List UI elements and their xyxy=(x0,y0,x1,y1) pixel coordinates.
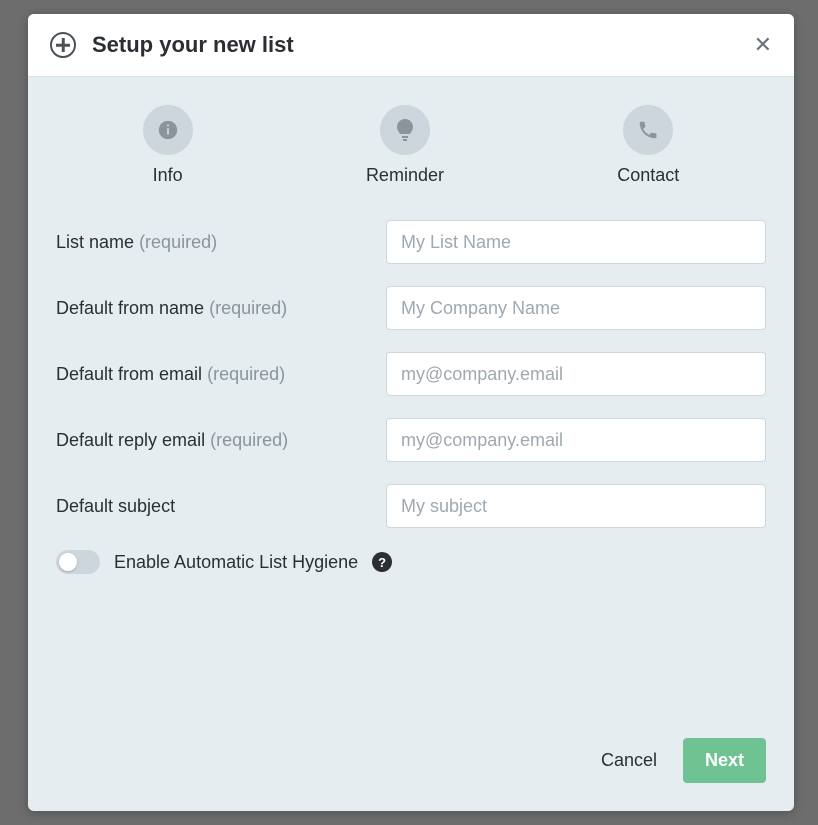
wizard-steps: Info Reminder Contact xyxy=(56,105,766,186)
row-hygiene: Enable Automatic List Hygiene ? xyxy=(56,550,766,574)
row-list-name: List name (required) xyxy=(56,220,766,264)
next-button[interactable]: Next xyxy=(683,738,766,783)
label-list-name: List name (required) xyxy=(56,232,386,253)
close-icon: ✕ xyxy=(754,32,772,57)
close-button[interactable]: ✕ xyxy=(754,32,772,58)
label-subject: Default subject xyxy=(56,496,386,517)
label-from-email: Default from email (required) xyxy=(56,364,386,385)
step-contact[interactable]: Contact xyxy=(617,105,679,186)
modal-header: Setup your new list ✕ xyxy=(28,14,794,77)
phone-icon xyxy=(623,105,673,155)
label-from-name: Default from name (required) xyxy=(56,298,386,319)
from-email-input[interactable] xyxy=(386,352,766,396)
row-from-email: Default from email (required) xyxy=(56,352,766,396)
list-name-input[interactable] xyxy=(386,220,766,264)
subject-input[interactable] xyxy=(386,484,766,528)
step-info[interactable]: Info xyxy=(143,105,193,186)
label-reply-email: Default reply email (required) xyxy=(56,430,386,451)
step-label: Info xyxy=(153,165,183,186)
from-name-input[interactable] xyxy=(386,286,766,330)
step-reminder[interactable]: Reminder xyxy=(366,105,444,186)
setup-list-modal: Setup your new list ✕ Info Reminder xyxy=(28,14,794,811)
info-icon xyxy=(143,105,193,155)
modal-body: Info Reminder Contact List name (require… xyxy=(28,77,794,720)
step-label: Contact xyxy=(617,165,679,186)
modal-footer: Cancel Next xyxy=(28,720,794,811)
cancel-button[interactable]: Cancel xyxy=(601,750,657,771)
modal-title: Setup your new list xyxy=(92,32,754,58)
hygiene-label: Enable Automatic List Hygiene xyxy=(114,552,358,573)
row-subject: Default subject xyxy=(56,484,766,528)
lightbulb-icon xyxy=(380,105,430,155)
plus-circle-icon xyxy=(50,32,76,58)
row-from-name: Default from name (required) xyxy=(56,286,766,330)
row-reply-email: Default reply email (required) xyxy=(56,418,766,462)
help-icon[interactable]: ? xyxy=(372,552,392,572)
hygiene-toggle[interactable] xyxy=(56,550,100,574)
step-label: Reminder xyxy=(366,165,444,186)
reply-email-input[interactable] xyxy=(386,418,766,462)
